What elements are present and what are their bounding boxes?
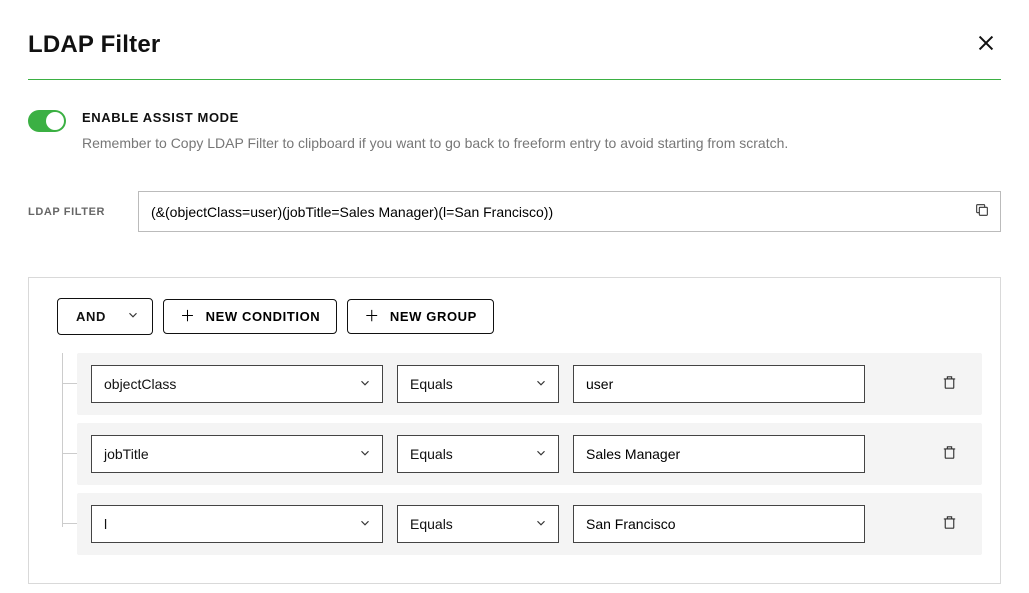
condition-field-select[interactable]: objectClass	[91, 365, 383, 403]
condition-row: jobTitle Equals	[77, 423, 982, 485]
chevron-down-icon	[358, 516, 372, 530]
condition-row: l Equals	[77, 493, 982, 555]
delete-condition-button[interactable]	[931, 368, 968, 400]
tree-line	[62, 383, 77, 384]
close-button[interactable]	[971, 28, 1001, 61]
ldap-filter-label: LDAP FILTER	[28, 206, 108, 218]
chevron-down-icon	[126, 308, 140, 322]
condition-row: objectClass Equals	[77, 353, 982, 415]
condition-field-value: l	[104, 516, 107, 532]
trash-icon	[941, 374, 958, 391]
chevron-down-icon	[534, 516, 548, 530]
new-condition-button[interactable]: ＋ NEW CONDITION	[163, 299, 337, 334]
trash-icon	[941, 514, 958, 531]
condition-field-select[interactable]: l	[91, 505, 383, 543]
combinator-label: AND	[76, 309, 106, 324]
tree-line	[62, 523, 77, 524]
condition-operator-value: Equals	[410, 516, 453, 532]
condition-operator-select[interactable]: Equals	[397, 435, 559, 473]
trash-icon	[941, 444, 958, 461]
condition-value-input[interactable]	[573, 435, 865, 473]
assist-mode-hint: Remember to Copy LDAP Filter to clipboar…	[82, 135, 788, 151]
copy-filter-button[interactable]	[964, 192, 1000, 231]
chevron-down-icon	[534, 446, 548, 460]
condition-operator-value: Equals	[410, 376, 453, 392]
new-group-label: NEW GROUP	[390, 309, 477, 324]
chevron-down-icon	[534, 376, 548, 390]
plus-icon: ＋	[180, 309, 196, 324]
condition-operator-select[interactable]: Equals	[397, 505, 559, 543]
condition-field-value: objectClass	[104, 376, 176, 392]
combinator-select[interactable]: AND	[57, 298, 153, 335]
chevron-down-icon	[358, 446, 372, 460]
condition-operator-select[interactable]: Equals	[397, 365, 559, 403]
new-group-button[interactable]: ＋ NEW GROUP	[347, 299, 494, 334]
assist-mode-toggle[interactable]	[28, 110, 66, 132]
copy-icon	[974, 202, 990, 218]
delete-condition-button[interactable]	[931, 438, 968, 470]
close-icon	[975, 32, 997, 54]
filter-builder: AND ＋ NEW CONDITION ＋ NEW GROUP objectCl…	[28, 277, 1001, 584]
condition-value-input[interactable]	[573, 365, 865, 403]
chevron-down-icon	[358, 376, 372, 390]
ldap-filter-input[interactable]	[139, 193, 964, 231]
delete-condition-button[interactable]	[931, 508, 968, 540]
assist-mode-label: ENABLE ASSIST MODE	[82, 110, 788, 125]
new-condition-label: NEW CONDITION	[206, 309, 321, 324]
condition-operator-value: Equals	[410, 446, 453, 462]
tree-line	[62, 453, 77, 454]
condition-value-input[interactable]	[573, 505, 865, 543]
condition-field-select[interactable]: jobTitle	[91, 435, 383, 473]
plus-icon: ＋	[364, 309, 380, 324]
page-title: LDAP Filter	[28, 31, 160, 59]
ldap-filter-field[interactable]	[138, 191, 1001, 232]
condition-field-value: jobTitle	[104, 446, 149, 462]
